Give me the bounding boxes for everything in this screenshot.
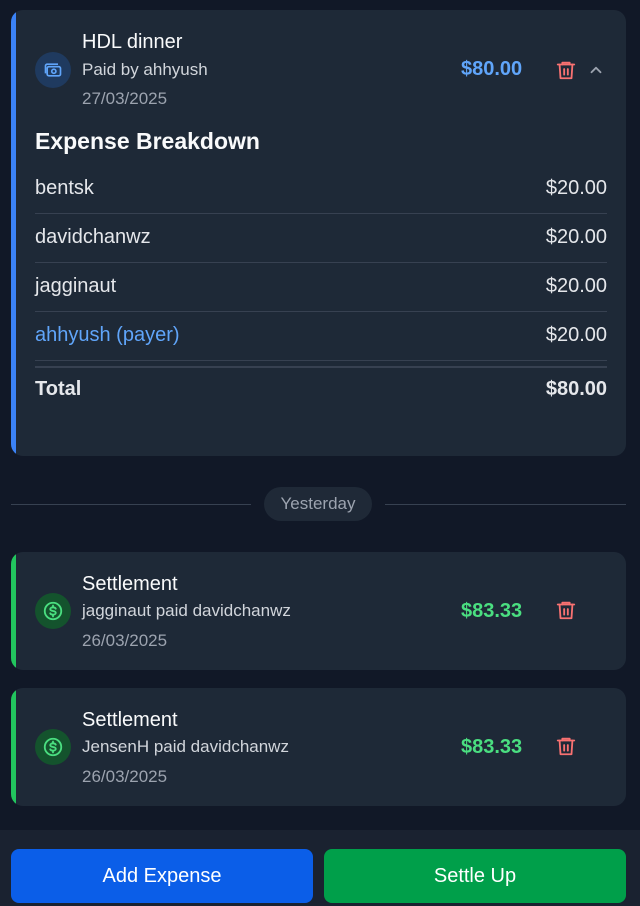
expense-card[interactable]: HDL dinner Paid by ahhyush 27/03/2025 $8… [11,10,626,456]
breakdown-value: $20.00 [545,324,607,346]
total-label: Total [35,378,82,400]
dollar-icon [43,601,63,621]
divider-line-right [385,504,626,505]
breakdown-row: ahhyush (payer) $20.00 [35,312,607,361]
expense-amount: $80.00 [461,58,523,80]
add-expense-button[interactable]: Add Expense [11,849,313,903]
breakdown-title: Expense Breakdown [35,128,260,154]
money-icon [44,63,62,77]
total-value: $80.00 [545,378,607,400]
divider-line-left [11,504,251,505]
settlement-icon-wrapper [35,593,71,629]
settlement-icon-wrapper [35,729,71,765]
day-divider-label: Yesterday [264,487,372,521]
chevron-up-icon[interactable] [587,61,605,79]
breakdown-name: jagginaut [35,275,117,297]
settlement-description: JensenH paid davidchanwz [82,737,289,756]
expense-icon-wrapper [35,52,71,88]
dollar-icon [43,737,63,757]
breakdown-row: bentsk $20.00 [35,165,607,214]
settlement-date: 26/03/2025 [82,631,168,650]
breakdown-value: $20.00 [545,275,607,297]
delete-expense-icon[interactable] [555,59,577,81]
settlement-amount: $83.33 [461,736,523,758]
settlement-card[interactable]: Settlement jagginaut paid davidchanwz 26… [11,552,626,670]
breakdown-value: $20.00 [545,177,607,199]
settlement-title: Settlement [82,709,178,731]
screen: HDL dinner Paid by ahhyush 27/03/2025 $8… [0,0,640,906]
footer-bar: Add Expense Settle Up [0,830,640,906]
settlement-date: 26/03/2025 [82,767,168,786]
breakdown-row: davidchanwz $20.00 [35,214,607,263]
settlement-title: Settlement [82,573,178,595]
settlement-description: jagginaut paid davidchanwz [82,601,291,620]
expense-title: HDL dinner [82,31,183,53]
breakdown-name: bentsk [35,177,94,199]
settlement-amount: $83.33 [461,600,523,622]
settlement-card[interactable]: Settlement JensenH paid davidchanwz 26/0… [11,688,626,806]
breakdown-row: jagginaut $20.00 [35,263,607,312]
expense-paid-by: Paid by ahhyush [82,60,208,79]
expense-date: 27/03/2025 [82,89,168,108]
delete-settlement-icon[interactable] [555,735,577,757]
breakdown-name: davidchanwz [35,226,151,248]
breakdown-name-payer: ahhyush (payer) [35,324,180,346]
delete-settlement-icon[interactable] [555,599,577,621]
settle-up-button[interactable]: Settle Up [324,849,626,903]
breakdown-value: $20.00 [545,226,607,248]
total-row: Total $80.00 [35,366,607,412]
